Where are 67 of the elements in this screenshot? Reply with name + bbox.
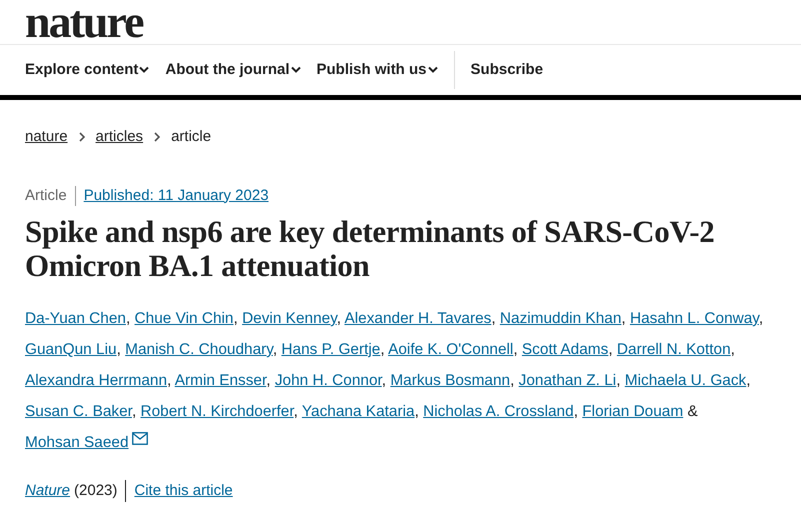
author-link[interactable]: Alexandra Herrmann — [25, 372, 168, 389]
breadcrumb-link[interactable]: articles — [96, 126, 144, 148]
email-icon[interactable] — [132, 432, 148, 445]
author-separator: , — [491, 310, 496, 327]
author-link[interactable]: Markus Bosmann — [390, 372, 510, 389]
author-link[interactable]: Darrell N. Kotton — [616, 341, 731, 358]
article-title: Spike and nsp6 are key determinants of SARS-CoV-2 Omicron BA.1 attenuation — [24, 215, 716, 283]
author-link[interactable]: Alexander H. Tavares — [344, 310, 492, 327]
journal-link[interactable]: Nature — [25, 480, 70, 502]
cite-link[interactable]: Cite this article — [134, 480, 233, 502]
author-separator: , — [616, 372, 620, 389]
author-link[interactable]: Hans P. Gertje — [281, 341, 380, 358]
author-separator: , — [621, 310, 626, 327]
author-link[interactable]: Devin Kenney — [242, 310, 337, 327]
chevron-down-icon — [428, 66, 438, 74]
author-link[interactable]: John H. Connor — [274, 372, 382, 389]
nav-dropdown[interactable]: Publish with us — [316, 58, 438, 82]
nav-dropdown[interactable]: About the journal — [165, 58, 301, 82]
author-link[interactable]: Susan C. Baker — [25, 403, 132, 420]
author-link[interactable]: Chue Vin Chin — [134, 310, 234, 327]
publication-year: (2023) — [74, 481, 118, 501]
subscribe-link[interactable]: Subscribe — [470, 58, 544, 82]
author-link[interactable]: Da-Yuan Chen — [25, 310, 126, 327]
author-separator: , — [116, 341, 121, 358]
author-link[interactable]: GuanQun Liu — [25, 341, 117, 358]
author-separator: , — [234, 310, 238, 327]
author-separator: , — [414, 403, 419, 420]
author-separator: , — [382, 372, 386, 389]
author-link[interactable]: Nazimuddin Khan — [500, 310, 622, 327]
chevron-down-icon — [290, 66, 301, 74]
chevron-right-icon — [78, 132, 86, 142]
author-link[interactable]: Jonathan Z. Li — [518, 372, 616, 389]
author-separator: , — [608, 341, 613, 358]
author-separator: , — [513, 341, 518, 358]
author-separator: , — [758, 310, 764, 327]
author-separator: , — [380, 341, 385, 358]
author-link[interactable]: Manish C. Choudhary — [125, 341, 273, 358]
author-link[interactable]: Armin Ensser — [174, 372, 266, 389]
author-separator: & — [687, 403, 698, 420]
author-link[interactable]: Mohsan Saeed — [25, 434, 129, 451]
author-separator: , — [266, 372, 271, 389]
author-link[interactable]: Hasahn L. Conway — [630, 310, 759, 327]
author-link[interactable]: Robert N. Kirchdoerfer — [140, 403, 294, 420]
author-link[interactable]: Michaela U. Gack — [624, 372, 746, 389]
article-type: Article — [25, 186, 67, 206]
author-link[interactable]: Yachana Kataria — [302, 403, 415, 420]
author-link[interactable]: Scott Adams — [522, 341, 608, 358]
author-separator: , — [746, 372, 751, 389]
author-separator: , — [294, 403, 298, 420]
breadcrumb-link[interactable]: nature — [25, 126, 68, 148]
author-link[interactable]: Aoife K. O'Connell — [388, 341, 514, 358]
chevron-right-icon — [153, 132, 162, 142]
author-separator: , — [574, 403, 578, 420]
logo[interactable]: nature — [25, 1, 142, 43]
author-separator: , — [132, 403, 136, 420]
author-link[interactable]: Florian Douam — [582, 403, 684, 420]
author-separator: , — [167, 372, 172, 389]
author-separator: , — [730, 341, 735, 358]
author-separator: , — [510, 372, 514, 389]
nav-dropdown[interactable]: Explore content — [25, 58, 150, 82]
author-link[interactable]: Nicholas A. Crossland — [423, 403, 574, 420]
breadcrumb-current: article — [171, 127, 212, 147]
published-date-link[interactable]: Published: 11 January 2023 — [84, 184, 269, 207]
author-separator: , — [336, 310, 342, 327]
author-separator: , — [126, 310, 130, 327]
author-separator: , — [272, 341, 278, 358]
chevron-down-icon — [139, 66, 150, 74]
